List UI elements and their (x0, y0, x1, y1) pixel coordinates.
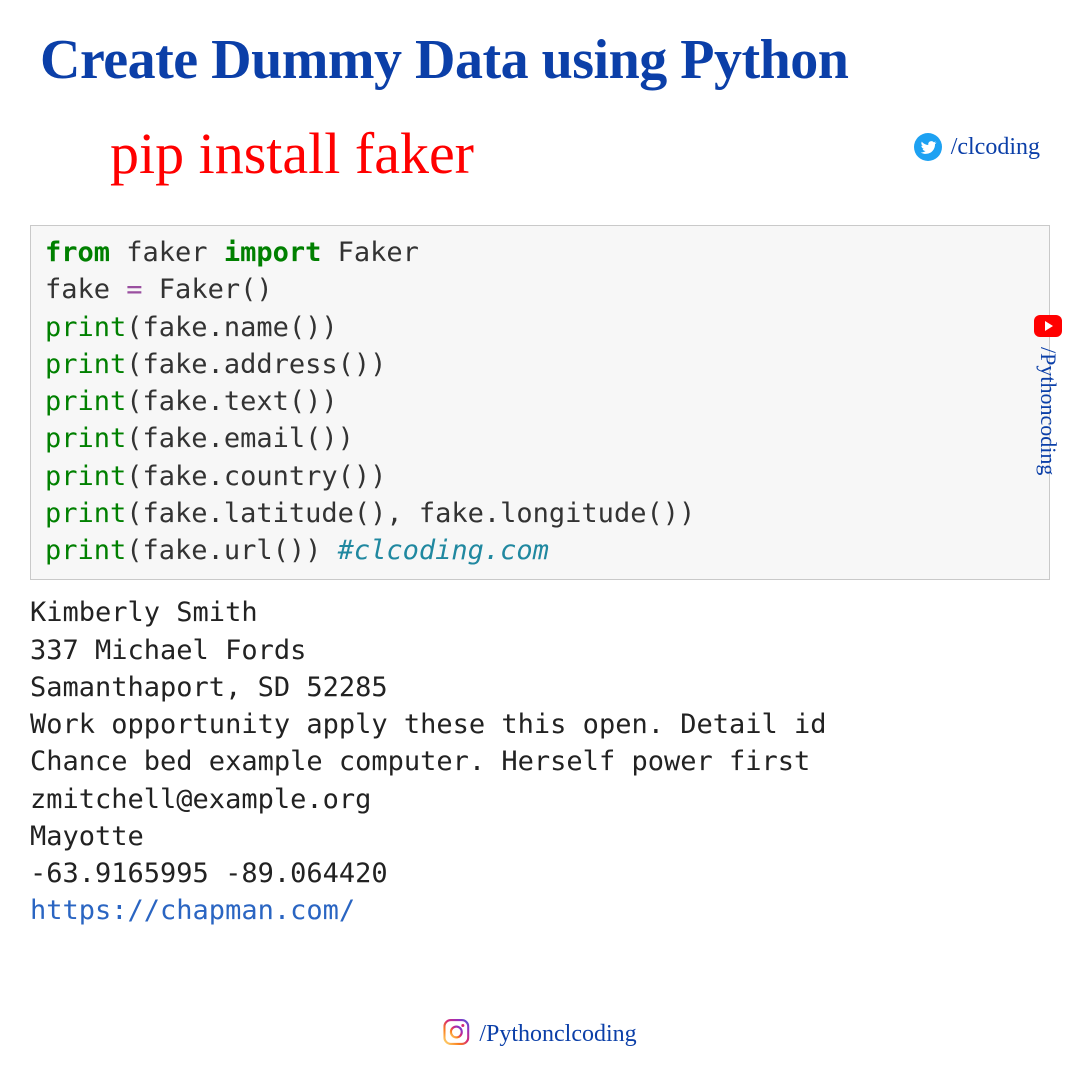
code-function: print (45, 312, 126, 343)
output-line: Mayotte (30, 821, 144, 852)
code-function: print (45, 535, 126, 566)
twitter-link[interactable]: /clcoding (913, 132, 1040, 162)
code-block: from faker import Faker fake = Faker() p… (30, 225, 1050, 580)
code-keyword: import (224, 237, 322, 268)
output-line: -63.9165995 -89.064420 (30, 858, 388, 889)
code-text: (fake.text()) (126, 386, 337, 417)
code-function: print (45, 423, 126, 454)
code-text: Faker (321, 237, 419, 268)
output-line: Work opportunity apply these this open. … (30, 709, 827, 740)
code-text: (fake.latitude(), fake.longitude()) (126, 498, 695, 529)
code-function: print (45, 386, 126, 417)
output-url[interactable]: https://chapman.com/ (30, 895, 355, 926)
code-text: fake (45, 274, 126, 305)
code-function: print (45, 349, 126, 380)
code-text: (fake.address()) (126, 349, 386, 380)
code-comment: #clcoding.com (338, 535, 549, 566)
youtube-handle-text: /Pythoncoding (1035, 347, 1061, 475)
output-line: 337 Michael Fords (30, 635, 306, 666)
code-function: print (45, 498, 126, 529)
code-text: (fake.name()) (126, 312, 337, 343)
instagram-link[interactable]: /Pythonclcoding (443, 1019, 636, 1050)
code-text: Faker() (143, 274, 273, 305)
code-text: (fake.url()) (126, 535, 337, 566)
code-text: faker (110, 237, 224, 268)
instagram-icon (443, 1019, 469, 1050)
youtube-icon (1034, 315, 1062, 337)
twitter-icon (913, 132, 943, 162)
twitter-handle-text: /clcoding (951, 134, 1040, 161)
output-block: Kimberly Smith 337 Michael Fords Samanth… (30, 594, 1050, 929)
code-operator: = (126, 274, 142, 305)
output-line: zmitchell@example.org (30, 784, 371, 815)
output-line: Kimberly Smith (30, 597, 258, 628)
code-keyword: from (45, 237, 110, 268)
instagram-handle-text: /Pythonclcoding (479, 1021, 636, 1048)
code-text: (fake.country()) (126, 461, 386, 492)
output-line: Chance bed example computer. Herself pow… (30, 746, 810, 777)
youtube-link[interactable]: /Pythoncoding (1034, 315, 1062, 475)
code-function: print (45, 461, 126, 492)
code-text: (fake.email()) (126, 423, 354, 454)
page-title: Create Dummy Data using Python (0, 0, 1080, 92)
output-line: Samanthaport, SD 52285 (30, 672, 388, 703)
